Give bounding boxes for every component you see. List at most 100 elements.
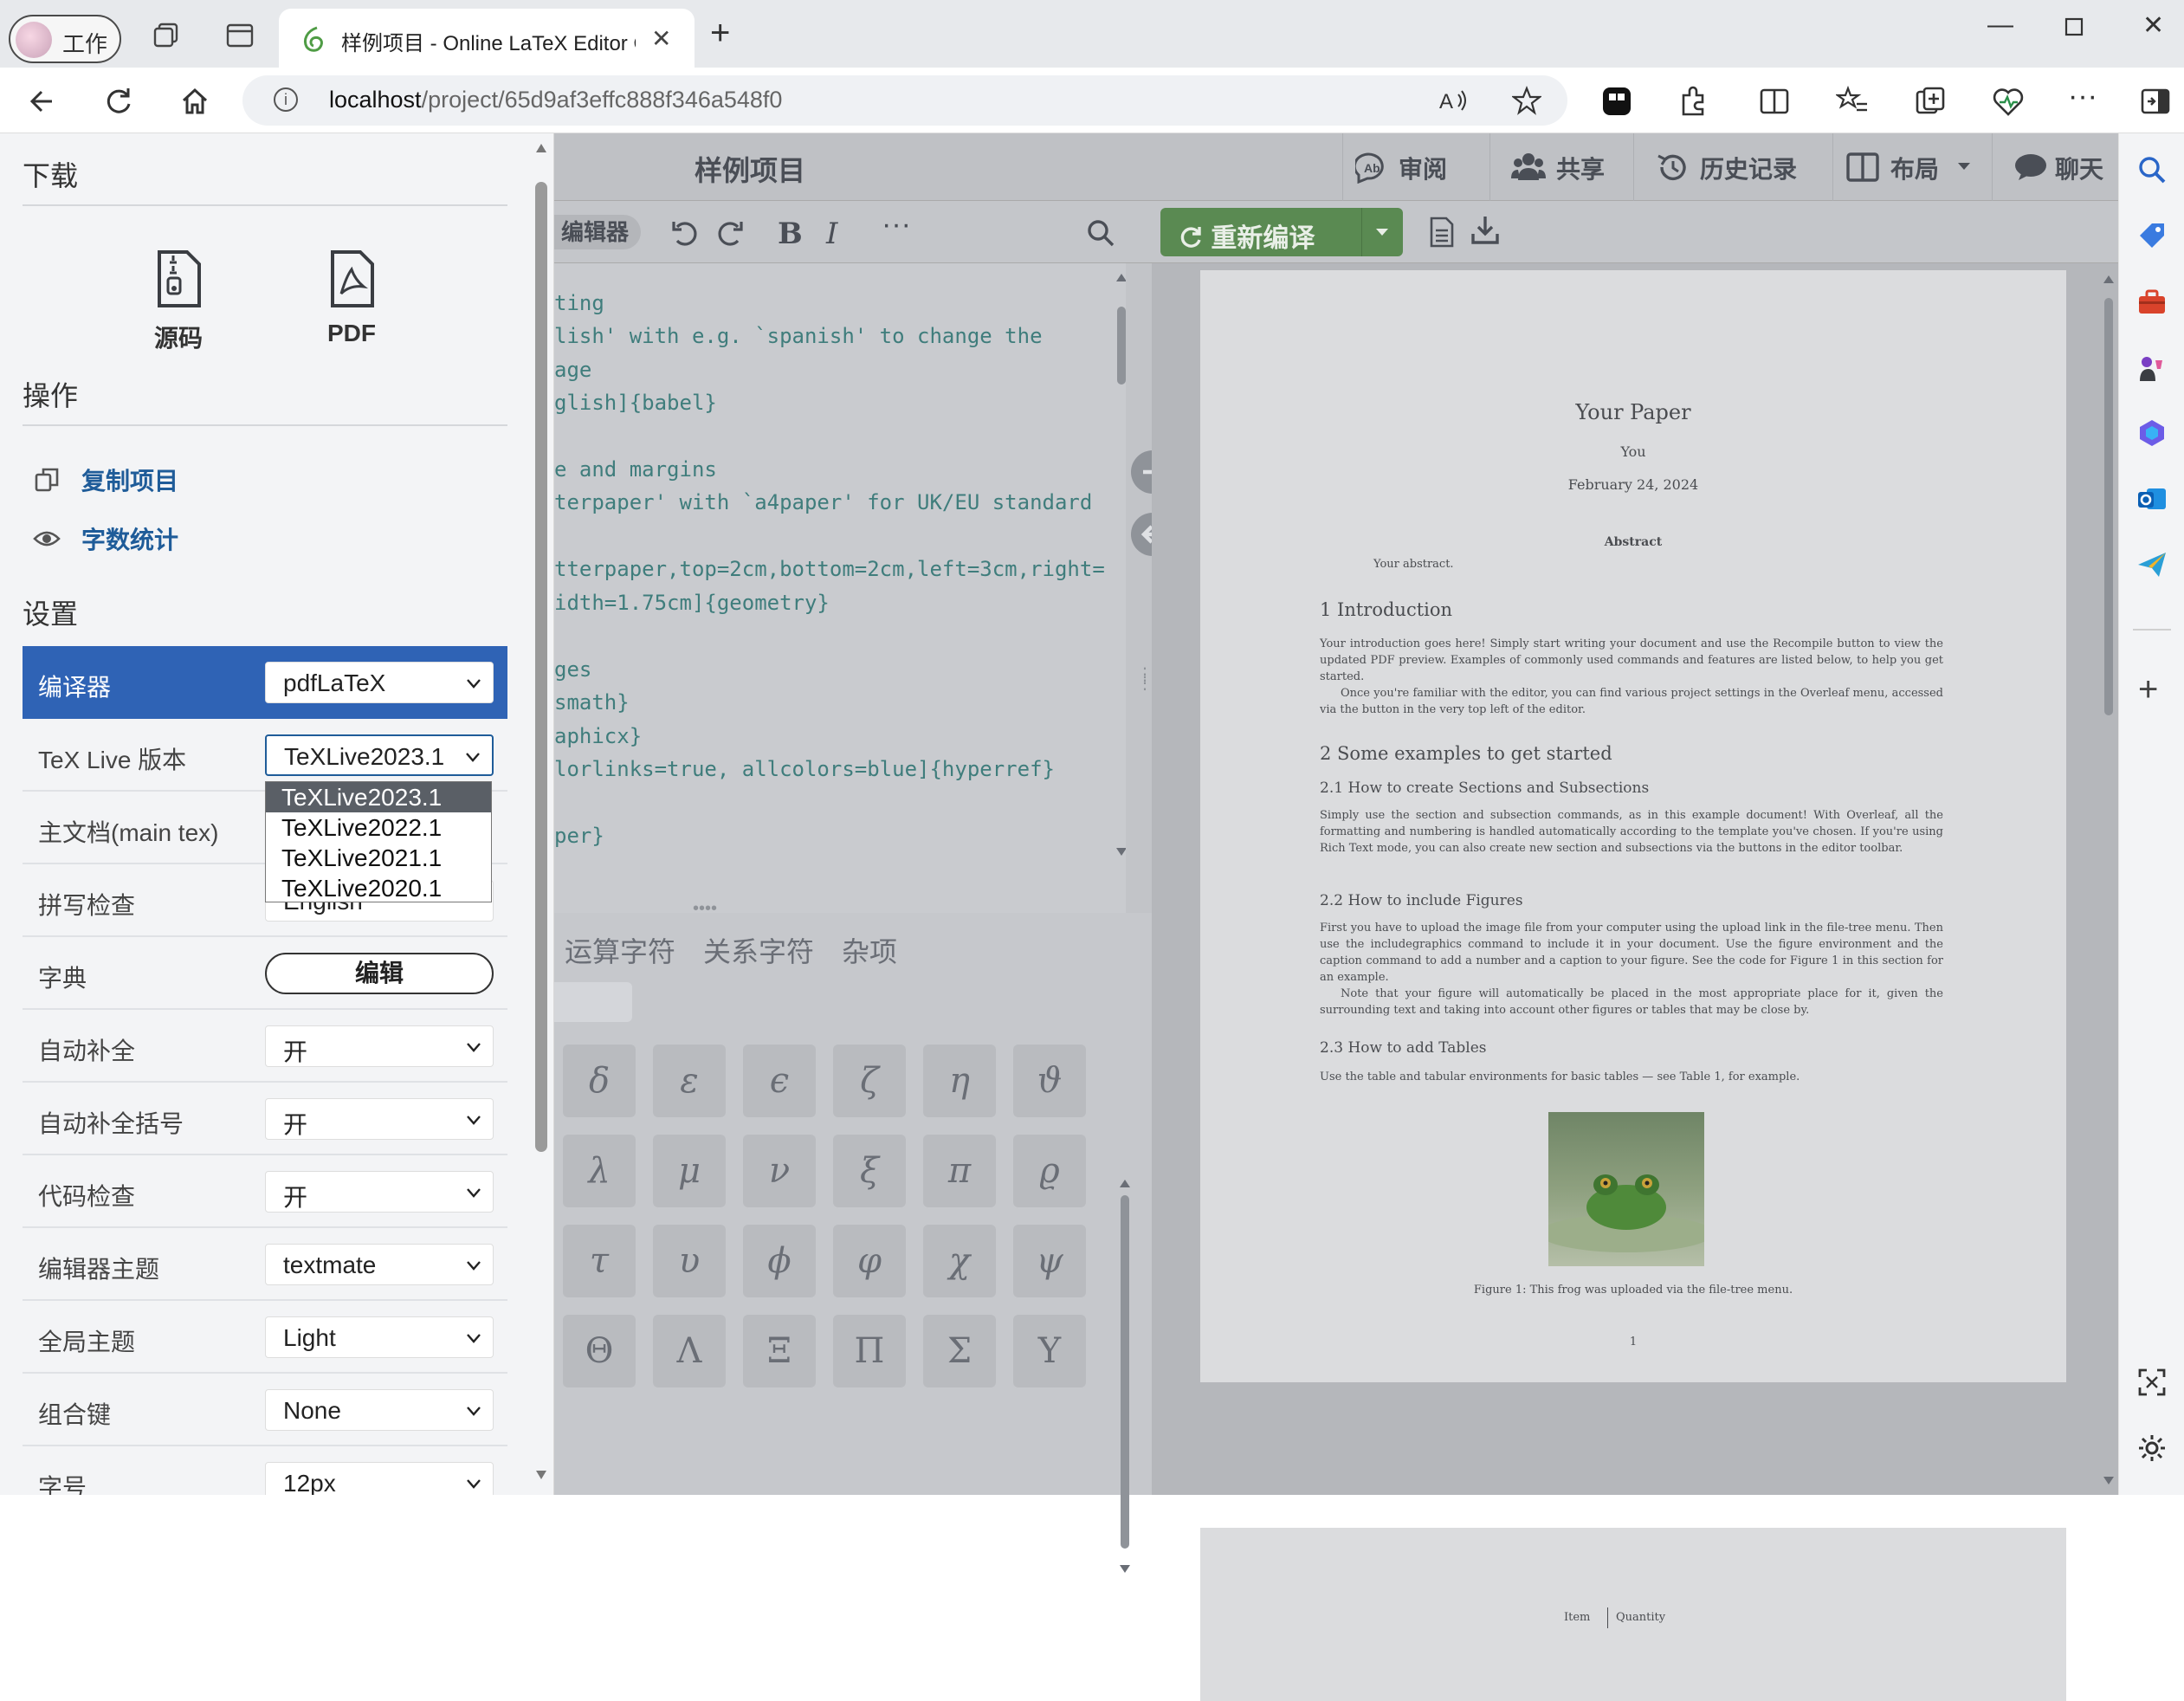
back-icon[interactable] xyxy=(26,85,59,118)
scroll-up-icon[interactable] xyxy=(535,142,547,154)
browser-essentials-icon[interactable] xyxy=(1992,85,2025,118)
tab-misc[interactable]: 杂项 xyxy=(842,930,897,970)
scroll-down-icon[interactable] xyxy=(535,1469,547,1481)
minimize-icon[interactable]: — xyxy=(1987,10,2013,40)
pdf-scrollbar[interactable] xyxy=(2103,274,2115,1486)
split-screen-icon[interactable] xyxy=(1758,85,1791,118)
recompile-button[interactable]: 重新编译 xyxy=(1160,208,1403,256)
shopping-tag-icon[interactable] xyxy=(2136,220,2168,251)
vertical-tabs-icon[interactable] xyxy=(225,23,255,49)
symbol-button[interactable]: υ xyxy=(653,1225,726,1297)
settings-scroll-thumb[interactable] xyxy=(535,182,547,1152)
settings-gear-icon[interactable] xyxy=(2136,1433,2168,1464)
bold-icon[interactable]: B xyxy=(778,217,803,251)
home-icon[interactable] xyxy=(178,85,211,118)
symbol-button[interactable]: Σ xyxy=(923,1315,996,1387)
favorites-list-icon[interactable] xyxy=(1836,85,1869,118)
settings-scrollbar[interactable] xyxy=(532,142,551,1490)
search-icon[interactable] xyxy=(2136,154,2168,185)
toolbox-icon[interactable] xyxy=(2136,286,2168,317)
symbol-search-input[interactable] xyxy=(554,982,632,1022)
sidebar-toggle-icon[interactable] xyxy=(2139,85,2172,118)
symbol-button[interactable]: ν xyxy=(743,1135,816,1207)
symbol-button[interactable]: φ xyxy=(833,1225,906,1297)
pdf-scroll-thumb[interactable] xyxy=(2104,298,2113,715)
symbol-button[interactable]: Υ xyxy=(1013,1315,1086,1387)
extension-app-icon[interactable] xyxy=(1600,85,1633,118)
download-pdf-button[interactable]: PDF xyxy=(291,250,412,347)
chat-button[interactable]: 聊天 xyxy=(1992,133,2118,201)
outlook-icon[interactable] xyxy=(2136,483,2168,514)
word-count-button[interactable]: 字数统计 xyxy=(33,521,241,556)
overall-theme-select[interactable]: Light xyxy=(265,1316,494,1358)
favorite-star-icon[interactable] xyxy=(1512,86,1541,115)
drag-handle-icon[interactable]: ⋮ ⋮ xyxy=(1136,666,1153,692)
screenshot-icon[interactable] xyxy=(2136,1367,2168,1398)
texlive-select[interactable]: TeXLive2023.1 xyxy=(265,734,494,776)
redo-icon[interactable] xyxy=(715,218,745,248)
font-size-select[interactable]: 12px xyxy=(265,1462,494,1495)
option-texlive-2023[interactable]: TeXLive2023.1 xyxy=(266,782,491,812)
download-source-button[interactable]: 源码 xyxy=(118,250,239,354)
maximize-icon[interactable] xyxy=(2064,17,2084,36)
autocomplete-select[interactable]: 开 xyxy=(265,1025,494,1067)
symbol-button[interactable]: ϑ xyxy=(1013,1045,1086,1117)
scroll-down-icon[interactable] xyxy=(1119,1564,1131,1575)
layout-button[interactable]: 布局 xyxy=(1832,133,1992,201)
code-editor[interactable]: ting lish' with e.g. `spanish' to change… xyxy=(554,263,1127,861)
symbol-button[interactable]: η xyxy=(923,1045,996,1117)
compiler-select[interactable]: pdfLaTeX xyxy=(265,662,494,703)
editor-theme-select[interactable]: textmate xyxy=(265,1244,494,1285)
option-texlive-2020[interactable]: TeXLive2020.1 xyxy=(266,873,491,903)
copilot-icon[interactable] xyxy=(2136,417,2168,449)
tab-close-icon[interactable]: ✕ xyxy=(651,24,671,53)
symbol-button[interactable]: ϱ xyxy=(1013,1135,1086,1207)
symbol-button[interactable]: ξ xyxy=(833,1135,906,1207)
workspaces-icon[interactable] xyxy=(152,23,182,49)
symbol-button[interactable]: π xyxy=(923,1135,996,1207)
more-menu-icon[interactable]: ··· xyxy=(2068,80,2097,113)
italic-icon[interactable]: I xyxy=(826,217,837,251)
recompile-options-button[interactable] xyxy=(1361,208,1403,256)
extensions-icon[interactable] xyxy=(1677,85,1709,118)
send-icon[interactable] xyxy=(2136,549,2168,580)
new-tab-icon[interactable]: + xyxy=(710,14,730,53)
scroll-up-icon[interactable] xyxy=(1119,1178,1131,1188)
history-button[interactable]: 历史记录 xyxy=(1633,133,1815,201)
profile-button[interactable]: 工作 xyxy=(9,15,121,63)
undo-icon[interactable] xyxy=(670,218,700,248)
symbol-scroll-thumb[interactable] xyxy=(1121,1195,1129,1549)
collections-icon[interactable] xyxy=(1914,85,1947,118)
symbol-button[interactable]: ζ xyxy=(833,1045,906,1117)
keybindings-select[interactable]: None xyxy=(265,1389,494,1431)
symbol-button[interactable]: Π xyxy=(833,1315,906,1387)
symbol-button[interactable]: ϕ xyxy=(743,1225,816,1297)
logs-icon[interactable] xyxy=(1429,217,1455,248)
scroll-up-icon[interactable] xyxy=(2103,274,2115,284)
code-scroll-thumb[interactable] xyxy=(1117,307,1126,385)
symbol-button[interactable]: λ xyxy=(563,1135,636,1207)
review-button[interactable]: Ab 审阅 xyxy=(1342,133,1489,201)
url-field[interactable]: i localhost/project/65d9af3effc888f346a5… xyxy=(242,75,1567,126)
symbol-button[interactable]: Λ xyxy=(653,1315,726,1387)
refresh-icon[interactable] xyxy=(102,85,135,118)
window-close-icon[interactable]: ✕ xyxy=(2142,10,2164,41)
dictionary-edit-button[interactable]: 编辑 xyxy=(265,953,494,994)
symbol-button[interactable]: δ xyxy=(563,1045,636,1117)
symbol-button[interactable]: Θ xyxy=(563,1315,636,1387)
symbol-button[interactable]: μ xyxy=(653,1135,726,1207)
read-aloud-icon[interactable]: A xyxy=(1439,87,1469,113)
tab-relations[interactable]: 关系字符 xyxy=(703,930,814,970)
site-info-icon[interactable]: i xyxy=(274,87,298,112)
download-pdf-icon[interactable] xyxy=(1470,215,1500,246)
games-icon[interactable] xyxy=(2136,352,2168,383)
option-texlive-2021[interactable]: TeXLive2021.1 xyxy=(266,843,491,873)
browser-tab-active[interactable]: 样例项目 - Online LaTeX Editor O ✕ xyxy=(279,9,695,68)
more-format-icon[interactable]: ··· xyxy=(882,208,911,242)
option-texlive-2022[interactable]: TeXLive2022.1 xyxy=(266,812,491,843)
search-icon[interactable] xyxy=(1086,218,1115,248)
auto-brackets-select[interactable]: 开 xyxy=(265,1098,494,1140)
symbol-button[interactable]: Ξ xyxy=(743,1315,816,1387)
pdf-viewer[interactable]: Your Paper You February 24, 2024 Abstrac… xyxy=(1152,263,2118,1701)
symbol-button[interactable]: χ xyxy=(923,1225,996,1297)
